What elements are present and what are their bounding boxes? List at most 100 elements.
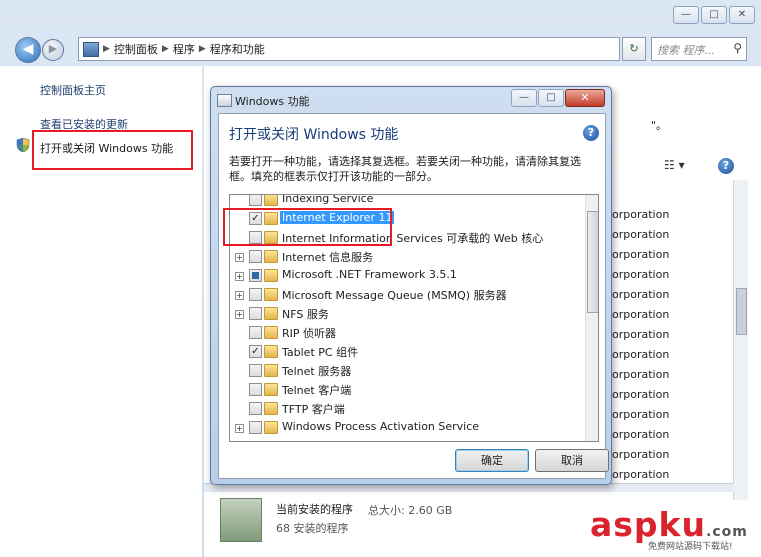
feature-checkbox[interactable] <box>249 195 262 206</box>
feature-row[interactable]: RIP 侦听器 <box>230 324 582 343</box>
installed-programs-icon <box>220 498 262 542</box>
feature-label[interactable]: Tablet PC 组件 <box>282 344 358 360</box>
feature-label[interactable]: Telnet 客户端 <box>282 382 351 398</box>
tree-scrollbar[interactable] <box>585 195 598 441</box>
feature-row[interactable]: TFTP 客户端 <box>230 400 582 419</box>
dialog-controls: — □ ✕ <box>511 89 605 107</box>
chevron-right-icon: ▶ <box>198 44 206 54</box>
status-total-size: 总大小: 2.60 GB <box>368 504 453 517</box>
folder-icon <box>264 288 278 301</box>
folder-icon <box>264 195 278 206</box>
folder-icon <box>264 250 278 263</box>
forward-button[interactable]: ▶ <box>42 39 64 61</box>
feature-row[interactable]: + Microsoft .NET Framework 3.5.1 <box>230 267 582 286</box>
publisher-cell: orporation <box>612 388 670 401</box>
feature-row[interactable]: + Windows Process Activation Service <box>230 419 582 438</box>
dialog-close-button[interactable]: ✕ <box>565 89 605 107</box>
feature-row[interactable]: Telnet 客户端 <box>230 381 582 400</box>
ok-button[interactable]: 确定 <box>455 449 529 472</box>
back-button[interactable]: ◀ <box>15 37 41 63</box>
tree-scrollbar-thumb[interactable] <box>587 211 598 313</box>
search-icon: ⚲ <box>733 41 742 55</box>
feature-label[interactable]: Windows Process Activation Service <box>282 420 479 433</box>
expand-icon[interactable]: + <box>235 310 244 319</box>
publisher-cell: orporation <box>612 208 670 221</box>
publisher-cell: orporation <box>612 408 670 421</box>
status-title: 当前安装的程序 <box>276 503 353 516</box>
feature-row[interactable]: ✓ Tablet PC 组件 <box>230 343 582 362</box>
folder-icon <box>264 421 278 434</box>
feature-label[interactable]: Microsoft Message Queue (MSMQ) 服务器 <box>282 287 507 303</box>
scrollbar-thumb[interactable] <box>736 288 747 335</box>
feature-label[interactable]: RIP 侦听器 <box>282 325 336 341</box>
windows-features-dialog: Windows 功能 — □ ✕ 打开或关闭 Windows 功能 ? 若要打开… <box>210 86 612 485</box>
feature-label[interactable]: TFTP 客户端 <box>282 401 345 417</box>
description-text-fragment: "。 <box>651 119 668 132</box>
feature-label[interactable]: Microsoft .NET Framework 3.5.1 <box>282 268 457 281</box>
expand-icon[interactable]: + <box>235 291 244 300</box>
feature-checkbox[interactable]: ✓ <box>249 345 262 358</box>
highlight-box-link <box>32 130 193 170</box>
view-options-icon[interactable]: ☷ ▾ <box>664 158 685 172</box>
feature-row[interactable]: Telnet 服务器 <box>230 362 582 381</box>
dialog-heading: 打开或关闭 Windows 功能 <box>229 127 399 143</box>
feature-label[interactable]: Indexing Service <box>282 195 373 205</box>
chevron-right-icon: ▶ <box>161 44 169 54</box>
expand-icon[interactable]: + <box>235 253 244 262</box>
help-icon[interactable]: ? <box>583 125 599 141</box>
publisher-cell: orporation <box>612 428 670 441</box>
feature-row[interactable]: + NFS 服务 <box>230 305 582 324</box>
folder-icon <box>264 269 278 282</box>
arrow-left-icon: ◀ <box>22 41 34 57</box>
status-program-count: 68 安装的程序 <box>276 522 349 535</box>
dialog-minimize-button[interactable]: — <box>511 89 537 107</box>
dialog-description: 若要打开一种功能，请选择其复选框。若要关闭一种功能，请清除其复选框。填充的框表示… <box>229 155 581 183</box>
dialog-title: Windows 功能 <box>235 95 310 108</box>
feature-checkbox[interactable] <box>249 383 262 396</box>
feature-checkbox[interactable] <box>249 364 262 377</box>
minimize-button[interactable]: — <box>673 6 699 24</box>
feature-checkbox[interactable] <box>249 250 262 263</box>
publisher-cell: orporation <box>612 228 670 241</box>
dialog-maximize-button[interactable]: □ <box>538 89 564 107</box>
feature-label[interactable]: NFS 服务 <box>282 306 329 322</box>
folder-icon <box>264 402 278 415</box>
arrow-right-icon: ▶ <box>48 42 58 55</box>
address-bar[interactable]: ▶ 控制面板 ▶ 程序 ▶ 程序和功能 <box>78 37 620 61</box>
feature-checkbox[interactable] <box>249 307 262 320</box>
folder-icon <box>264 307 278 320</box>
folder-icon <box>264 383 278 396</box>
maximize-button[interactable]: □ <box>701 6 727 24</box>
feature-checkbox[interactable] <box>249 421 262 434</box>
breadcrumb-programs[interactable]: 程序 <box>173 41 195 57</box>
feature-checkbox[interactable] <box>249 402 262 415</box>
window-icon <box>217 94 232 107</box>
close-button[interactable]: ✕ <box>729 6 755 24</box>
refresh-button[interactable]: ↻ <box>622 37 646 61</box>
publisher-cell: orporation <box>612 268 670 281</box>
feature-checkbox[interactable] <box>249 288 262 301</box>
watermark-subtitle: 免费网站源码下载站! <box>648 542 733 552</box>
highlight-box-ie <box>223 208 392 246</box>
expand-icon[interactable]: + <box>235 272 244 281</box>
breadcrumb-programs-features[interactable]: 程序和功能 <box>210 41 265 57</box>
feature-checkbox[interactable] <box>249 269 262 282</box>
vertical-scrollbar[interactable] <box>733 180 748 500</box>
publisher-cell: orporation <box>612 468 670 481</box>
breadcrumb-control-panel[interactable]: 控制面板 <box>114 41 158 57</box>
expand-icon[interactable]: + <box>235 424 244 433</box>
shield-icon <box>16 137 30 153</box>
help-icon[interactable]: ? <box>718 158 734 174</box>
search-input[interactable]: 搜索 程序... ⚲ <box>651 37 747 61</box>
feature-label[interactable]: Internet 信息服务 <box>282 249 373 265</box>
folder-icon <box>264 345 278 358</box>
search-placeholder: 搜索 程序... <box>657 44 715 57</box>
feature-label[interactable]: Telnet 服务器 <box>282 363 351 379</box>
link-control-panel-home[interactable]: 控制面板主页 <box>40 82 106 98</box>
publisher-cell: orporation <box>612 248 670 261</box>
feature-row[interactable]: + Microsoft Message Queue (MSMQ) 服务器 <box>230 286 582 305</box>
publisher-cell: orporation <box>612 448 670 461</box>
feature-row[interactable]: + Internet 信息服务 <box>230 248 582 267</box>
feature-checkbox[interactable] <box>249 326 262 339</box>
cancel-button[interactable]: 取消 <box>535 449 609 472</box>
